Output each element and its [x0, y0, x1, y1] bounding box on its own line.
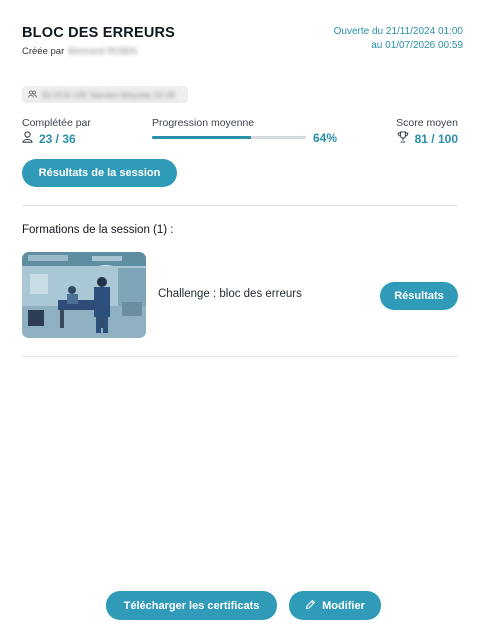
download-certificates-label: Télécharger les certificats	[123, 599, 260, 612]
user-icon	[22, 131, 33, 146]
edit-label: Modifier	[322, 599, 365, 612]
score-value: 81 / 100	[397, 131, 458, 146]
progress-bar	[152, 136, 306, 139]
session-results-label: Résultats de la session	[38, 167, 161, 179]
progress-value: 64%	[313, 131, 338, 145]
progress-bar-fill	[152, 136, 251, 139]
progress-label: Progression moyenne	[152, 117, 255, 129]
creator-name: Bertrand ROBIN	[68, 46, 138, 57]
group-label: BLOCK-VIE Namles Mayotte 24-36	[42, 89, 176, 100]
group-icon	[28, 89, 38, 100]
completed-value: 23 / 36	[22, 131, 76, 146]
group-chip: BLOCK-VIE Namles Mayotte 24-36	[22, 86, 188, 103]
session-title: BLOC DES ERREURS	[22, 25, 176, 41]
course-name: Challenge : bloc des erreurs	[158, 288, 302, 300]
course-results-button[interactable]: Résultats	[380, 282, 458, 310]
divider-top	[22, 205, 458, 206]
divider-bottom	[22, 356, 458, 357]
creator-line: Créée par Bertrand ROBIN	[22, 46, 137, 57]
download-certificates-button[interactable]: Télécharger les certificats	[106, 591, 277, 620]
completed-count: 23 / 36	[39, 131, 76, 146]
session-results-button[interactable]: Résultats de la session	[22, 159, 177, 187]
pencil-icon	[305, 599, 316, 613]
courses-title: Formations de la session (1) :	[22, 224, 174, 236]
date-close: au 01/07/2026 00:59	[371, 40, 463, 51]
date-open: Ouverte du 21/11/2024 01:00	[333, 26, 463, 37]
score-number: 81 / 100	[414, 131, 458, 146]
completed-label: Complétée par	[22, 117, 91, 129]
score-label: Score moyen	[396, 117, 458, 129]
session-dates: Ouverte du 21/11/2024 01:00 au 01/07/202…	[334, 25, 463, 53]
created-by-label: Créée par	[22, 46, 65, 57]
trophy-icon	[397, 131, 409, 146]
course-thumbnail	[22, 252, 146, 338]
edit-button[interactable]: Modifier	[289, 591, 381, 620]
course-results-label: Résultats	[394, 290, 444, 302]
